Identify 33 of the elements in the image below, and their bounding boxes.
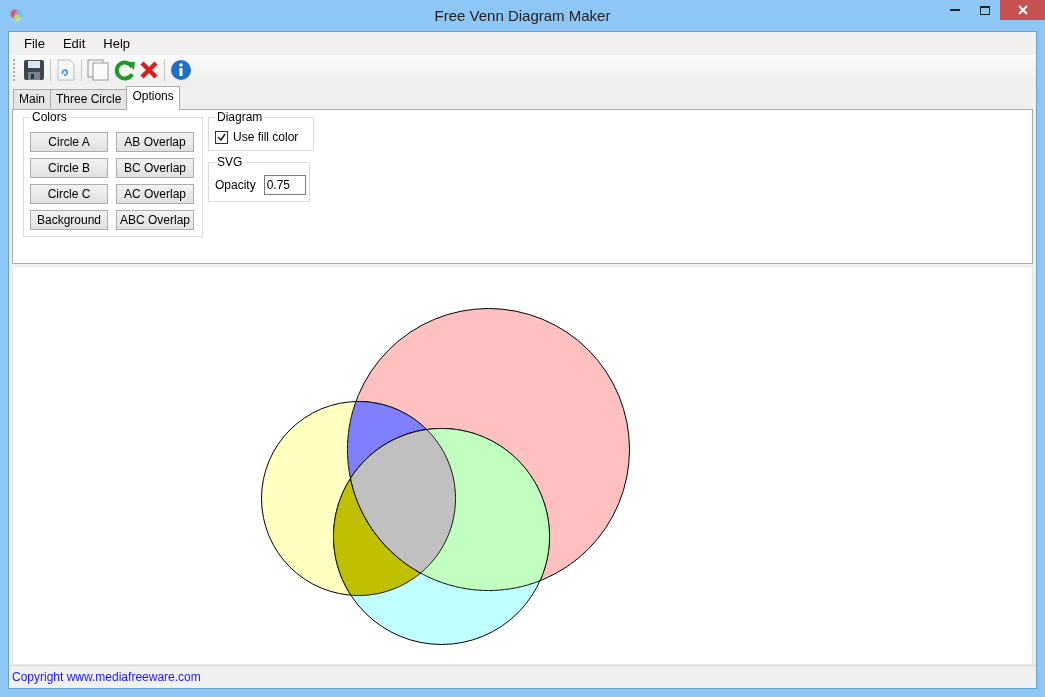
close-button[interactable] <box>1000 0 1045 20</box>
color-button[interactable]: AC Overlap <box>116 184 194 204</box>
color-button[interactable]: Background <box>30 210 108 230</box>
group-title: Diagram <box>215 110 265 124</box>
save-icon[interactable] <box>23 59 45 81</box>
close-icon <box>1017 5 1028 15</box>
menu-item[interactable]: Edit <box>53 36 95 51</box>
menu-item[interactable]: File <box>15 36 54 51</box>
color-button[interactable]: Circle B <box>30 158 108 178</box>
refresh-icon[interactable] <box>114 59 136 81</box>
color-button[interactable]: AB Overlap <box>116 132 194 152</box>
group-title: SVG <box>215 155 245 169</box>
delete-icon[interactable] <box>139 60 159 80</box>
checkbox[interactable] <box>215 130 228 144</box>
maximize-icon <box>980 5 990 15</box>
color-button[interactable]: Circle A <box>30 132 108 152</box>
tab[interactable]: Options <box>126 86 180 110</box>
field-label: Opacity <box>215 178 256 192</box>
tab[interactable]: Three Circle <box>50 89 128 109</box>
color-button[interactable]: BC Overlap <box>116 158 194 178</box>
group-title: Colors <box>30 110 69 124</box>
opacity-field[interactable]: 0.75 <box>263 175 306 195</box>
info-icon[interactable] <box>170 59 192 81</box>
toolbar-grip <box>13 59 17 81</box>
menu-item[interactable]: Help <box>94 36 140 51</box>
minimize-icon <box>950 9 960 11</box>
window-title: Free Venn Diagram Maker <box>434 7 611 24</box>
document-icon[interactable] <box>56 59 76 81</box>
checkbox-label: Use fill color <box>233 130 299 144</box>
tab[interactable]: Main <box>13 89 51 109</box>
color-button[interactable]: ABC Overlap <box>116 210 194 230</box>
copyright-text: Copyright www.mediafreeware.com <box>12 670 201 684</box>
color-button[interactable]: Circle C <box>30 184 108 204</box>
